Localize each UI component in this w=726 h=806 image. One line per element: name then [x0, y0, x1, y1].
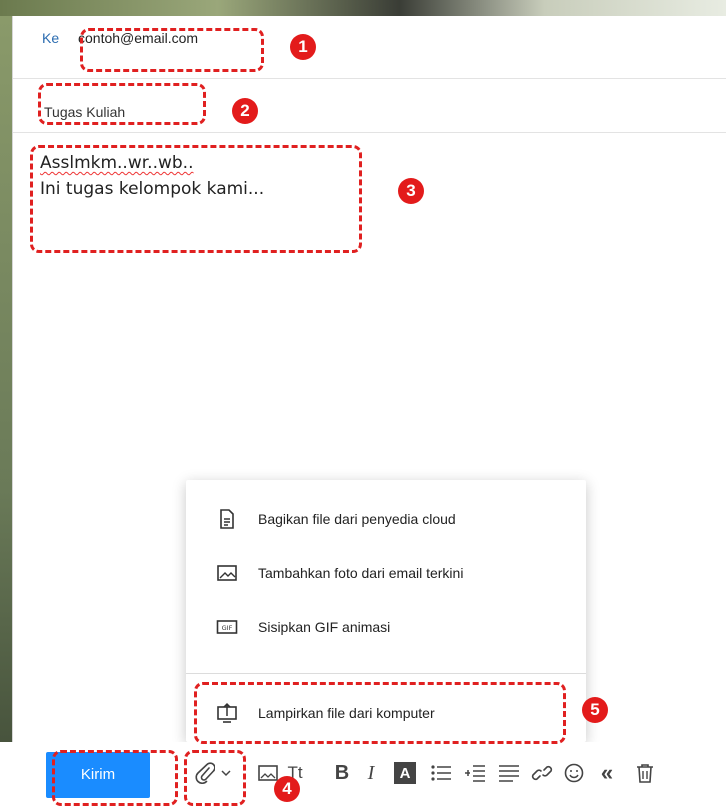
document-icon — [216, 508, 238, 530]
highlight-icon[interactable]: A — [394, 762, 416, 784]
menu-item-insert-gif[interactable]: GIF Sisipkan GIF animasi — [186, 604, 586, 652]
bullet-list-icon[interactable] — [428, 760, 454, 786]
annotation-outline-attach-computer — [194, 682, 566, 744]
annotation-outline-attach — [184, 750, 246, 806]
menu-item-share-cloud[interactable]: Bagikan file dari penyedia cloud — [186, 496, 586, 544]
link-icon[interactable] — [530, 760, 554, 786]
menu-divider — [186, 673, 586, 674]
annotation-outline-recipient — [80, 28, 264, 72]
gif-icon: GIF — [216, 616, 238, 638]
delete-icon[interactable] — [634, 760, 656, 786]
annotation-badge: 5 — [582, 697, 608, 723]
indent-icon[interactable] — [462, 760, 488, 786]
background-photo — [0, 0, 726, 16]
svg-text:GIF: GIF — [222, 624, 233, 632]
menu-item-label: Bagikan file dari penyedia cloud — [258, 511, 456, 527]
annotation-badge: 1 — [290, 34, 316, 60]
annotation-outline-send — [52, 750, 178, 806]
annotation-badge: 3 — [398, 178, 424, 204]
menu-item-recent-photo[interactable]: Tambahkan foto dari email terkini — [186, 550, 586, 598]
annotation-badge: 2 — [232, 98, 258, 124]
menu-item-label: Sisipkan GIF animasi — [258, 619, 391, 635]
background-photo-edge — [0, 16, 12, 806]
menu-item-label: Tambahkan foto dari email terkini — [258, 565, 464, 581]
bold-icon[interactable]: B — [332, 760, 352, 786]
annotation-outline-body — [30, 145, 362, 253]
align-icon[interactable] — [496, 760, 522, 786]
quote-icon[interactable]: « — [594, 760, 620, 786]
to-label: Ke — [42, 30, 60, 46]
annotation-outline-subject — [38, 83, 206, 125]
italic-icon[interactable]: I — [362, 760, 380, 786]
image-icon — [216, 562, 238, 584]
emoji-icon[interactable] — [562, 760, 586, 786]
annotation-badge: 4 — [274, 776, 300, 802]
